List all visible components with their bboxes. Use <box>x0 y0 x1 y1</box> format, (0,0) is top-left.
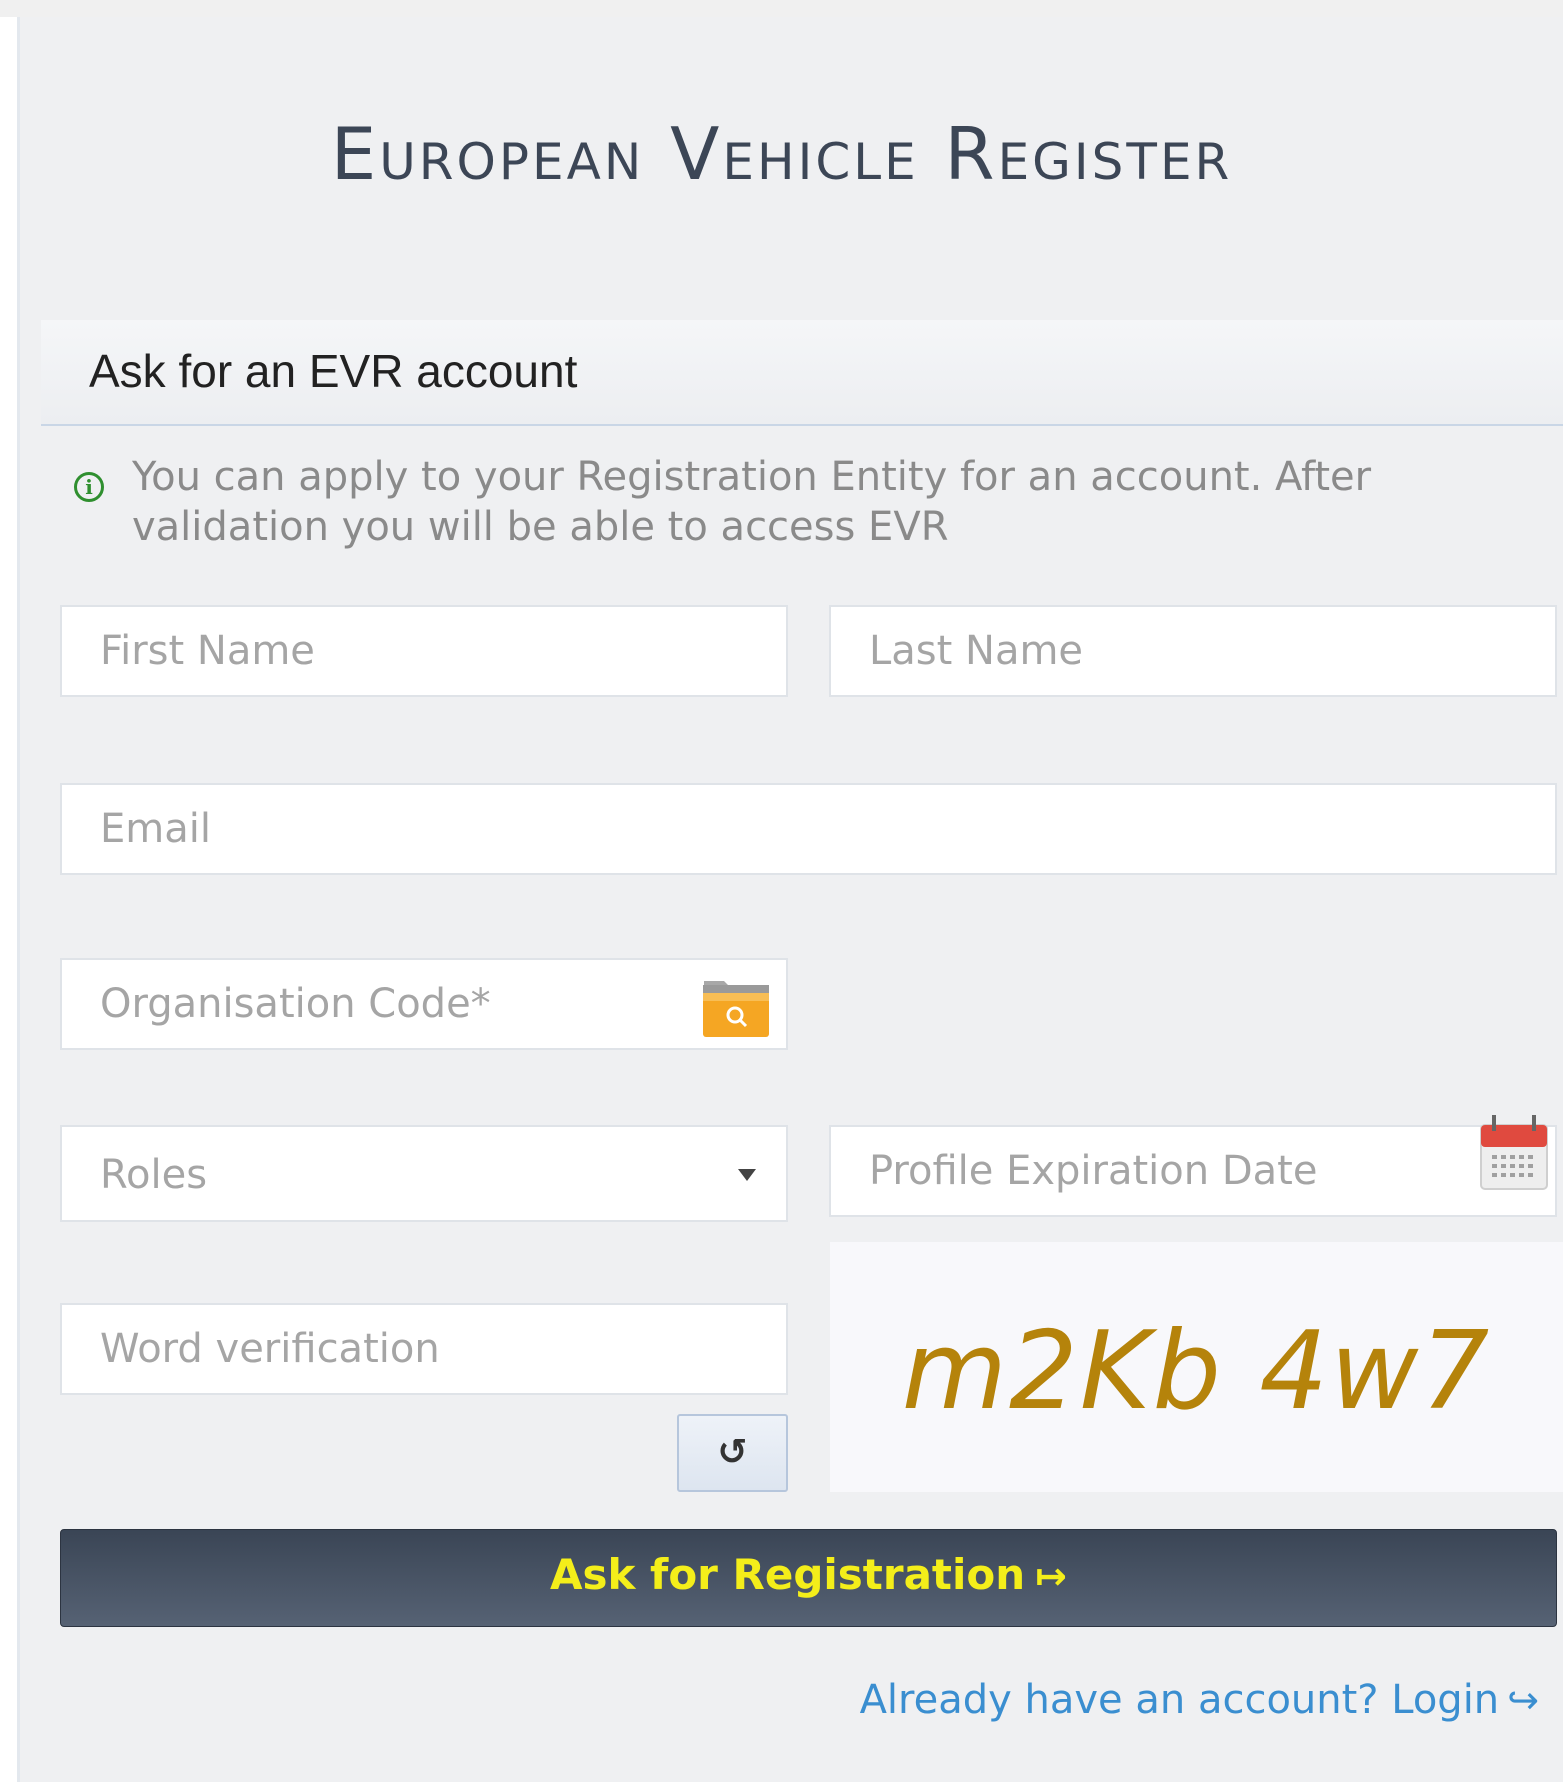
arrow-right-icon: ↦ <box>1035 1554 1067 1598</box>
top-strip <box>0 0 1563 17</box>
refresh-captcha-button[interactable]: ↺ <box>677 1414 788 1492</box>
info-icon: i <box>74 472 104 502</box>
roles-select[interactable]: Roles <box>60 1125 788 1222</box>
page-title: European Vehicle Register <box>330 112 1233 196</box>
ask-for-registration-button[interactable]: Ask for Registration ↦ <box>60 1529 1557 1627</box>
calendar-icon[interactable] <box>1478 1113 1550 1193</box>
info-message: You can apply to your Registration Entit… <box>132 454 1372 550</box>
email-input[interactable] <box>60 783 1557 875</box>
registration-panel <box>20 17 1563 1782</box>
submit-label: Ask for Registration <box>549 1550 1026 1599</box>
chevron-down-icon <box>738 1169 756 1181</box>
word-verification-input[interactable] <box>60 1303 788 1395</box>
login-link[interactable]: Already have an account? Login ↪ <box>860 1680 1539 1720</box>
profile-expiration-date-input[interactable] <box>829 1125 1557 1217</box>
first-name-input[interactable] <box>60 605 788 697</box>
refresh-icon: ↺ <box>717 1432 748 1473</box>
organisation-code-input[interactable] <box>60 958 788 1050</box>
organisation-search-icon[interactable] <box>700 973 772 1039</box>
roles-label: Roles <box>100 1152 208 1198</box>
captcha-text: m2Kb 4w7 <box>901 1309 1492 1434</box>
login-link-label: Already have an account? Login <box>859 1677 1500 1723</box>
last-name-input[interactable] <box>829 605 1557 697</box>
section-header: Ask for an EVR account <box>41 320 1563 426</box>
login-arrow-icon: ↪ <box>1507 1678 1539 1722</box>
captcha-image: m2Kb 4w7 <box>830 1242 1563 1492</box>
page: European Vehicle Register Ask for an EVR… <box>0 0 1563 1782</box>
section-title: Ask for an EVR account <box>89 345 578 397</box>
